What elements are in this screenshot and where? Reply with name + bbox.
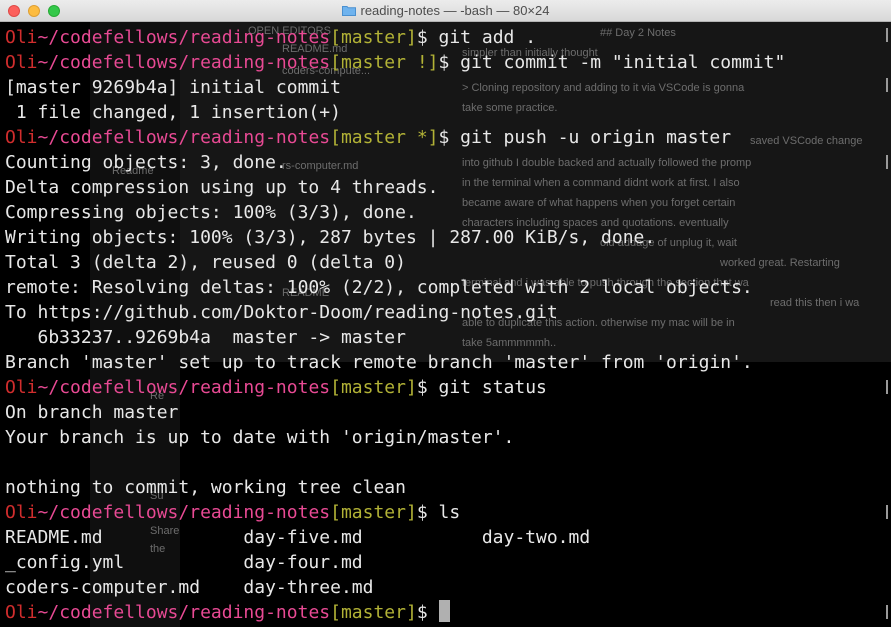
output-text: On branch master bbox=[5, 402, 179, 423]
prompt-user: Oli bbox=[5, 602, 38, 623]
prompt-path: ~/codefellows/reading-notes bbox=[37, 27, 331, 48]
command-text: git add . bbox=[427, 27, 537, 48]
prompt-user: Oli bbox=[5, 502, 38, 523]
output-line: remote: Resolving deltas: 100% (2/2), co… bbox=[5, 275, 785, 300]
output-text: [master 9269b4a] initial commit bbox=[5, 77, 341, 98]
output-text: 1 file changed, 1 insertion(+) bbox=[5, 102, 341, 123]
window-title-area: reading-notes — -bash — 80×24 bbox=[0, 0, 891, 22]
prompt-branch: [master] bbox=[330, 502, 417, 523]
prompt-symbol: $ bbox=[416, 602, 428, 623]
output-line: coders-computer.md day-three.md bbox=[5, 575, 785, 600]
output-line: Branch 'master' set up to track remote b… bbox=[5, 350, 785, 375]
scroll-marker bbox=[886, 78, 888, 92]
output-text: To https://github.com/Doktor-Doom/readin… bbox=[5, 302, 558, 323]
prompt-branch: [master] bbox=[330, 602, 417, 623]
terminal-output: Oli~/codefellows/reading-notes[master]$ … bbox=[5, 25, 785, 625]
prompt-branch: [master *] bbox=[330, 127, 439, 148]
output-line: Total 3 (delta 2), reused 0 (delta 0) bbox=[5, 250, 785, 275]
output-line: 6b33237..9269b4a master -> master bbox=[5, 325, 785, 350]
prompt-user: Oli bbox=[5, 127, 38, 148]
output-text: Compressing objects: 100% (3/3), done. bbox=[5, 202, 417, 223]
output-text: nothing to commit, working tree clean bbox=[5, 477, 406, 498]
prompt-symbol: $ bbox=[416, 377, 428, 398]
output-line: Writing objects: 100% (3/3), 287 bytes |… bbox=[5, 225, 785, 250]
output-text: Writing objects: 100% (3/3), 287 bytes |… bbox=[5, 227, 656, 248]
output-text: README.md day-five.md day-two.md bbox=[5, 527, 591, 548]
output-text: Branch 'master' set up to track remote b… bbox=[5, 352, 753, 373]
scroll-marker bbox=[886, 28, 888, 42]
prompt-line: Oli~/codefellows/reading-notes[master]$ … bbox=[5, 25, 785, 50]
scroll-marker bbox=[886, 155, 888, 169]
output-line: Counting objects: 3, done. bbox=[5, 150, 785, 175]
output-line: nothing to commit, working tree clean bbox=[5, 475, 785, 500]
output-text: _config.yml day-four.md bbox=[5, 552, 363, 573]
output-line: [master 9269b4a] initial commit bbox=[5, 75, 785, 100]
output-text: Delta compression using up to 4 threads. bbox=[5, 177, 439, 198]
prompt-path: ~/codefellows/reading-notes bbox=[37, 602, 331, 623]
title-bar[interactable]: reading-notes — -bash — 80×24 bbox=[0, 0, 891, 22]
prompt-path: ~/codefellows/reading-notes bbox=[37, 52, 331, 73]
folder-icon bbox=[341, 6, 356, 16]
prompt-branch: [master !] bbox=[330, 52, 439, 73]
prompt-symbol: $ bbox=[416, 27, 428, 48]
prompt-path: ~/codefellows/reading-notes bbox=[37, 377, 331, 398]
prompt-line: Oli~/codefellows/reading-notes[master !]… bbox=[5, 50, 785, 75]
prompt-line: Oli~/codefellows/reading-notes[master]$ … bbox=[5, 375, 785, 400]
scroll-marker bbox=[886, 605, 888, 619]
prompt-line: Oli~/codefellows/reading-notes[master]$ bbox=[5, 600, 785, 625]
command-text: git push -u origin master bbox=[449, 127, 732, 148]
output-line: README.md day-five.md day-two.md bbox=[5, 525, 785, 550]
prompt-user: Oli bbox=[5, 27, 38, 48]
output-line: _config.yml day-four.md bbox=[5, 550, 785, 575]
command-text bbox=[428, 602, 439, 623]
scroll-marker bbox=[886, 505, 888, 519]
prompt-symbol: $ bbox=[416, 502, 428, 523]
window-title: reading-notes — -bash — 80×24 bbox=[360, 3, 550, 18]
scrollbar[interactable] bbox=[881, 22, 891, 627]
terminal-content[interactable]: ## Day 2 Notes simpler than initially tho… bbox=[0, 22, 891, 627]
command-text: ls bbox=[427, 502, 461, 523]
output-line: Delta compression using up to 4 threads. bbox=[5, 175, 785, 200]
output-text: remote: Resolving deltas: 100% (2/2), co… bbox=[5, 277, 753, 298]
output-text: coders-computer.md day-three.md bbox=[5, 577, 374, 598]
output-text: Total 3 (delta 2), reused 0 (delta 0) bbox=[5, 252, 406, 273]
output-line: 1 file changed, 1 insertion(+) bbox=[5, 100, 785, 125]
prompt-path: ~/codefellows/reading-notes bbox=[37, 502, 331, 523]
output-text: 6b33237..9269b4a master -> master bbox=[5, 327, 406, 348]
prompt-path: ~/codefellows/reading-notes bbox=[37, 127, 331, 148]
text-cursor[interactable] bbox=[438, 600, 450, 622]
terminal-window: reading-notes — -bash — 80×24 ## Day 2 N… bbox=[0, 0, 891, 627]
prompt-symbol: $ bbox=[438, 127, 450, 148]
prompt-line: Oli~/codefellows/reading-notes[master *]… bbox=[5, 125, 785, 150]
command-text: git status bbox=[427, 377, 547, 398]
output-line: On branch master bbox=[5, 400, 785, 425]
prompt-line: Oli~/codefellows/reading-notes[master]$ … bbox=[5, 500, 785, 525]
output-text: Your branch is up to date with 'origin/m… bbox=[5, 427, 515, 448]
prompt-symbol: $ bbox=[438, 52, 450, 73]
output-line: Your branch is up to date with 'origin/m… bbox=[5, 425, 785, 450]
prompt-branch: [master] bbox=[330, 377, 417, 398]
output-line: Compressing objects: 100% (3/3), done. bbox=[5, 200, 785, 225]
scroll-marker bbox=[886, 380, 888, 394]
output-line: To https://github.com/Doktor-Doom/readin… bbox=[5, 300, 785, 325]
output-text: Counting objects: 3, done. bbox=[5, 152, 287, 173]
prompt-branch: [master] bbox=[330, 27, 417, 48]
prompt-user: Oli bbox=[5, 52, 38, 73]
prompt-user: Oli bbox=[5, 377, 38, 398]
command-text: git commit -m "initial commit" bbox=[449, 52, 786, 73]
